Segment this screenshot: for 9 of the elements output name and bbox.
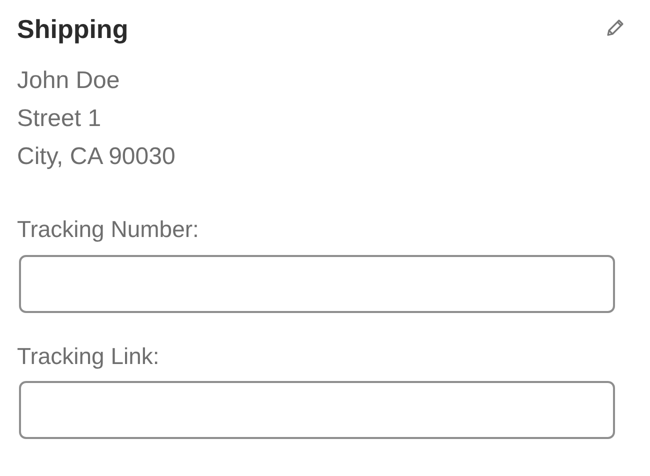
edit-icon[interactable] — [605, 18, 625, 38]
field-label: Tracking Link: — [17, 342, 160, 371]
address-line: City, CA 90030 — [17, 142, 176, 172]
field-label: Tracking Number: — [17, 215, 200, 244]
address-line: John Doe — [17, 66, 121, 96]
input-field[interactable] — [19, 254, 615, 313]
section-title: Shipping — [17, 14, 128, 46]
address-line: Street 1 — [17, 104, 102, 134]
input-field[interactable] — [19, 381, 615, 440]
